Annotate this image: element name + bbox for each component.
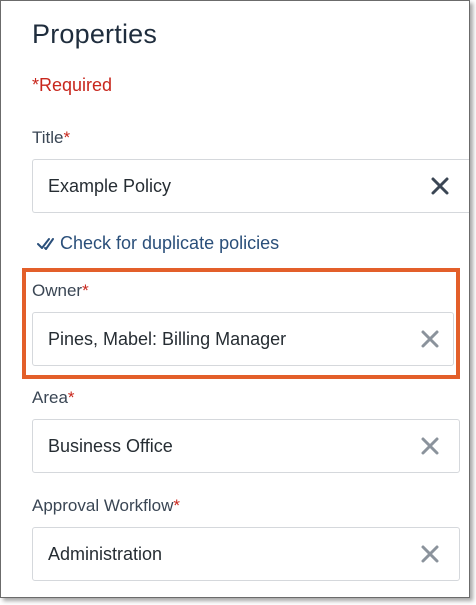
panel-title: Properties [32,19,158,49]
required-note: *Required [32,75,113,95]
required-asterisk: * [173,496,181,515]
area-label-text: Area [32,388,68,407]
title-field-value[interactable]: Example Policy [48,176,171,197]
clear-area-button[interactable] [420,436,440,456]
properties-panel: Properties *Required Title* Example Poli… [0,0,470,598]
check-duplicates-label[interactable]: Check for duplicate policies [60,233,279,254]
approval-workflow-field[interactable]: Administration [32,527,460,581]
required-asterisk: * [67,388,75,407]
approval-workflow-field-value[interactable]: Administration [48,544,162,565]
close-icon [431,177,449,195]
title-field[interactable]: Example Policy [32,159,469,213]
check-duplicates-link[interactable]: Check for duplicate policies [37,233,279,254]
approval-workflow-label-text: Approval Workflow [32,496,174,515]
clear-title-button[interactable] [430,176,450,196]
area-field[interactable]: Business Office [32,419,460,473]
double-check-icon [37,237,54,250]
area-field-label: Area* [32,388,75,408]
title-field-label: Title* [32,128,70,148]
required-asterisk: * [63,128,71,147]
close-icon [421,437,439,455]
approval-workflow-field-label: Approval Workflow* [32,496,180,516]
owner-highlight-box [22,268,460,379]
title-label-text: Title [32,128,64,147]
close-icon [421,545,439,563]
area-field-value[interactable]: Business Office [48,436,173,457]
clear-approval-workflow-button[interactable] [420,544,440,564]
